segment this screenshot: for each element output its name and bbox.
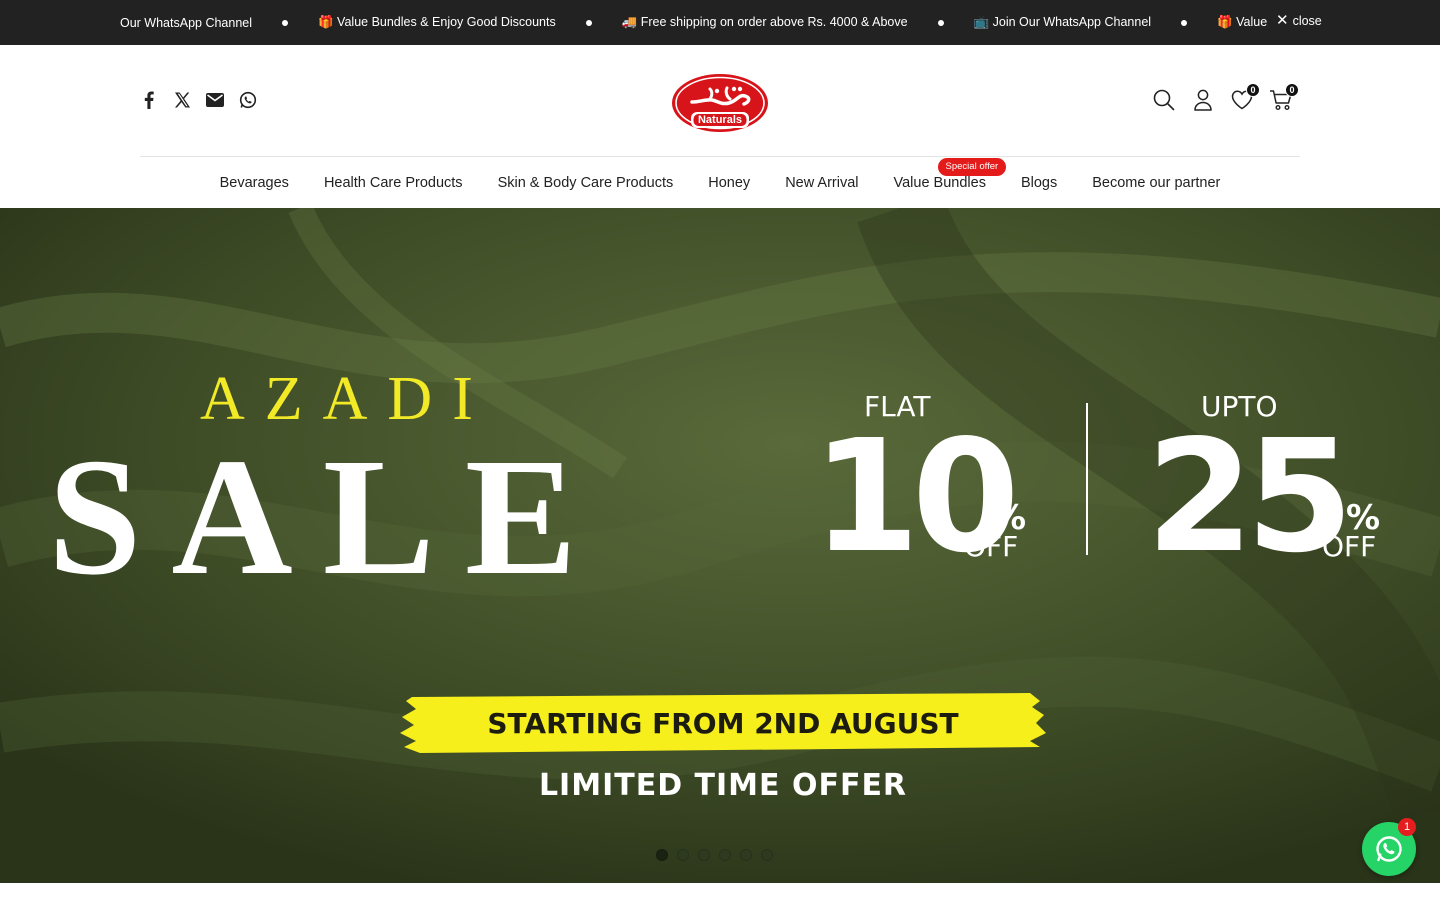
whatsapp-icon[interactable] [239,91,257,109]
hero-slider[interactable]: AZADI SALE FLAT 10 % OFF UPTO 25 % OFF S… [0,208,1440,883]
site-header: Naturals 0 0 Bevarages Health Care Produ… [0,45,1440,208]
nav-item-honey[interactable]: Honey [708,170,750,198]
slide-dot[interactable] [656,849,668,861]
separator-dot [937,19,944,26]
wishlist-count-badge: 0 [1246,83,1260,97]
hero-title-main: SALE [48,424,607,610]
close-label: close [1292,13,1322,28]
slider-pagination [656,849,773,861]
offer-value: 25 [1146,406,1354,587]
nav-item-label: Value Bundles [893,175,986,191]
social-links [140,91,257,109]
header-actions: 0 0 [1152,83,1299,112]
nav-item-value-bundles[interactable]: Value Bundles Special offer [893,158,1007,198]
separator-dot [282,19,289,26]
separator-dot [1181,19,1188,26]
slide-dot[interactable] [719,849,731,861]
user-icon [1194,89,1212,111]
offer-off: OFF [1322,530,1377,563]
search-button[interactable] [1152,88,1176,112]
slide-dot[interactable] [740,849,752,861]
main-navigation: Bevarages Health Care Products Skin & Bo… [0,158,1440,198]
offer-divider [1086,403,1088,555]
hero-title-top: AZADI [200,365,493,433]
nav-item-new-arrival[interactable]: New Arrival [785,170,858,198]
nav-item-skin-body-care[interactable]: Skin & Body Care Products [498,170,674,198]
brand-logo[interactable]: Naturals [670,72,770,134]
nav-item-health-care[interactable]: Health Care Products [324,170,463,198]
account-button[interactable] [1191,88,1215,112]
announcement-close-button[interactable]: ✕ close [1274,13,1322,28]
slide-dot[interactable] [698,849,710,861]
announcement-item[interactable]: 🎁 Value Bundles & Enjoy Good Discounts [1217,15,1270,30]
slide-dot[interactable] [761,849,773,861]
close-icon: ✕ [1276,12,1289,29]
offer-off: OFF [964,530,1019,563]
cart-count-badge: 0 [1285,83,1299,97]
announcement-item[interactable]: Our WhatsApp Channel [120,16,252,30]
slide-dot[interactable] [677,849,689,861]
whatsapp-icon [1376,836,1402,862]
special-offer-badge: Special offer [937,158,1007,176]
logo-text: Naturals [697,114,743,126]
separator-dot [585,19,592,26]
header-divider [140,156,1300,157]
announcement-bar: Our WhatsApp Channel 🎁 Value Bundles & E… [0,0,1440,45]
limited-time-offer: LIMITED TIME OFFER [538,768,908,803]
cart-button[interactable]: 0 [1269,83,1299,112]
sale-start-date: STARTING FROM 2ND AUGUST [487,707,959,740]
announcement-item[interactable]: 🎁 Value Bundles & Enjoy Good Discounts [318,15,556,30]
wishlist-button[interactable]: 0 [1230,83,1260,112]
announcement-item[interactable]: 🚚 Free shipping on order above Rs. 4000 … [622,15,908,30]
search-icon [1153,89,1175,111]
facebook-icon[interactable] [140,91,158,109]
announcement-item[interactable]: 📺 Join Our WhatsApp Channel [974,15,1151,30]
email-icon[interactable] [206,91,224,109]
nav-item-blogs[interactable]: Blogs [1021,170,1057,198]
announcement-marquee: Our WhatsApp Channel 🎁 Value Bundles & E… [0,0,1270,45]
x-twitter-icon[interactable] [173,91,191,109]
whatsapp-notification-badge: 1 [1398,818,1416,836]
nav-item-bevarages[interactable]: Bevarages [220,170,289,198]
nav-item-become-partner[interactable]: Become our partner [1092,170,1220,198]
